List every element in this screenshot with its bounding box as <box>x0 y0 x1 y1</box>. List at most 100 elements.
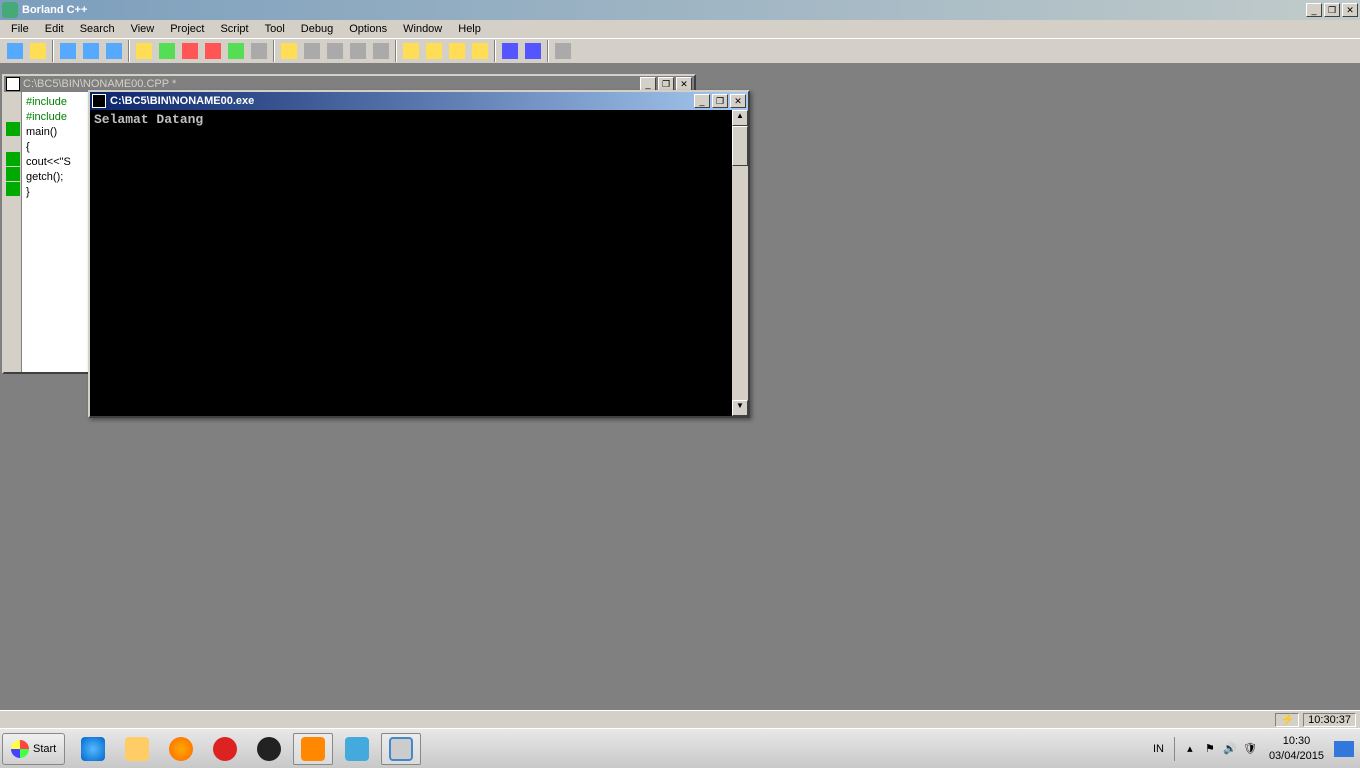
menubar: File Edit Search View Project Script Too… <box>0 20 1360 38</box>
toolbar-btn-13[interactable] <box>301 40 323 62</box>
taskbar-ie[interactable] <box>73 733 113 765</box>
taskbar-explorer[interactable] <box>117 733 157 765</box>
console-icon <box>92 94 106 108</box>
menu-help[interactable]: Help <box>451 22 488 36</box>
menu-edit[interactable]: Edit <box>38 22 71 36</box>
taskbar-opera[interactable] <box>205 733 245 765</box>
tray-clock[interactable]: 10:30 03/04/2015 <box>1261 734 1332 763</box>
toolbar-btn-4[interactable] <box>80 40 102 62</box>
taskbar: Start IN ▴ ⚑ 🔊 🛡 10:30 03/04/2015 <box>0 728 1360 768</box>
disk-icon <box>106 43 122 59</box>
close-button[interactable]: ✕ <box>1342 3 1358 17</box>
toolbar-btn-17[interactable] <box>400 40 422 62</box>
console-scrollbar[interactable]: ▲ ▼ <box>732 110 748 416</box>
pause-icon <box>251 43 267 59</box>
steam-icon <box>257 737 281 761</box>
tray-volume-icon[interactable]: 🔊 <box>1221 740 1239 758</box>
toolbar-btn-10[interactable] <box>225 40 247 62</box>
scroll-down-button[interactable]: ▼ <box>732 400 748 416</box>
toolbar-btn-12[interactable] <box>278 40 300 62</box>
toolbar-btn-14[interactable] <box>324 40 346 62</box>
files-icon <box>83 43 99 59</box>
toolbar <box>0 38 1360 64</box>
toolbar-btn-23[interactable] <box>552 40 574 62</box>
window2-icon <box>525 43 541 59</box>
search-icon <box>403 43 419 59</box>
console-minimize-button[interactable]: _ <box>694 94 710 108</box>
window-icon <box>389 737 413 761</box>
code-window-controls: _ ❐ ✕ <box>640 77 692 91</box>
toolbar-btn-1[interactable] <box>4 40 26 62</box>
ie-icon <box>81 737 105 761</box>
opera-icon <box>213 737 237 761</box>
menu-search[interactable]: Search <box>73 22 122 36</box>
code-line: #include <box>26 96 67 108</box>
toolbar-btn-7[interactable] <box>156 40 178 62</box>
menu-tool[interactable]: Tool <box>258 22 292 36</box>
toolbar-btn-18[interactable] <box>423 40 445 62</box>
help-pointer-icon <box>555 43 571 59</box>
media-icon <box>169 737 193 761</box>
taskbar-app1[interactable] <box>337 733 377 765</box>
menu-file[interactable]: File <box>4 22 36 36</box>
app-icon <box>2 2 18 18</box>
gutter-mark-icon <box>6 167 20 181</box>
taskbar-console[interactable] <box>381 733 421 765</box>
console-maximize-button[interactable]: ❐ <box>712 94 728 108</box>
taskbar-steam[interactable] <box>249 733 289 765</box>
console-close-button[interactable]: ✕ <box>730 94 746 108</box>
menu-window[interactable]: Window <box>396 22 449 36</box>
console-title: C:\BC5\BIN\NONAME00.exe <box>110 95 694 107</box>
scroll-thumb[interactable] <box>732 126 748 166</box>
toolbar-btn-21[interactable] <box>499 40 521 62</box>
run-icon <box>159 43 175 59</box>
code-maximize-button[interactable]: ❐ <box>658 77 674 91</box>
console-titlebar[interactable]: C:\BC5\BIN\NONAME00.exe _ ❐ ✕ <box>90 92 748 110</box>
maximize-button[interactable]: ❐ <box>1324 3 1340 17</box>
start-button[interactable]: Start <box>2 733 65 765</box>
code-title: C:\BC5\BIN\NONAME00.CPP * <box>23 78 640 90</box>
folder-icon <box>125 737 149 761</box>
toolbar-btn-19[interactable] <box>446 40 468 62</box>
tray-lang[interactable]: IN <box>1149 743 1168 755</box>
menu-view[interactable]: View <box>124 22 162 36</box>
minimize-button[interactable]: _ <box>1306 3 1322 17</box>
taskbar-media[interactable] <box>161 733 201 765</box>
show-desktop-icon[interactable] <box>1334 741 1354 757</box>
tray-shield-icon[interactable]: 🛡 <box>1241 740 1259 758</box>
app-icon <box>345 737 369 761</box>
windows-logo-icon <box>11 740 29 758</box>
scroll-up-button[interactable]: ▲ <box>732 110 748 126</box>
toolbar-btn-11[interactable] <box>248 40 270 62</box>
menu-project[interactable]: Project <box>163 22 211 36</box>
bolt-icon <box>136 43 152 59</box>
toolbar-btn-3[interactable] <box>57 40 79 62</box>
tray-flag-icon[interactable]: ⚑ <box>1201 740 1219 758</box>
console-window-controls: _ ❐ ✕ <box>694 94 746 108</box>
gutter-mark-icon <box>6 182 20 196</box>
toolbar-separator <box>494 40 496 62</box>
code-line: #include <box>26 111 67 123</box>
menu-script[interactable]: Script <box>213 22 255 36</box>
toolbar-btn-2[interactable] <box>27 40 49 62</box>
tray-chevron[interactable]: ▴ <box>1181 740 1199 758</box>
menu-debug[interactable]: Debug <box>294 22 340 36</box>
statusbar: ⚡ 10:30:37 <box>0 710 1360 728</box>
taskbar-borland[interactable] <box>293 733 333 765</box>
code-minimize-button[interactable]: _ <box>640 77 656 91</box>
code-line: } <box>26 186 30 198</box>
toolbar-btn-22[interactable] <box>522 40 544 62</box>
toolbar-btn-8[interactable] <box>179 40 201 62</box>
menu-options[interactable]: Options <box>342 22 394 36</box>
bolt-icon: ⚡ <box>1280 713 1294 726</box>
toolbar-btn-5[interactable] <box>103 40 125 62</box>
scroll-track[interactable] <box>732 166 748 400</box>
toolbar-btn-16[interactable] <box>370 40 392 62</box>
toolbar-separator <box>273 40 275 62</box>
toolbar-separator <box>52 40 54 62</box>
toolbar-btn-6[interactable] <box>133 40 155 62</box>
toolbar-btn-15[interactable] <box>347 40 369 62</box>
code-close-button[interactable]: ✕ <box>676 77 692 91</box>
toolbar-btn-9[interactable] <box>202 40 224 62</box>
toolbar-btn-20[interactable] <box>469 40 491 62</box>
